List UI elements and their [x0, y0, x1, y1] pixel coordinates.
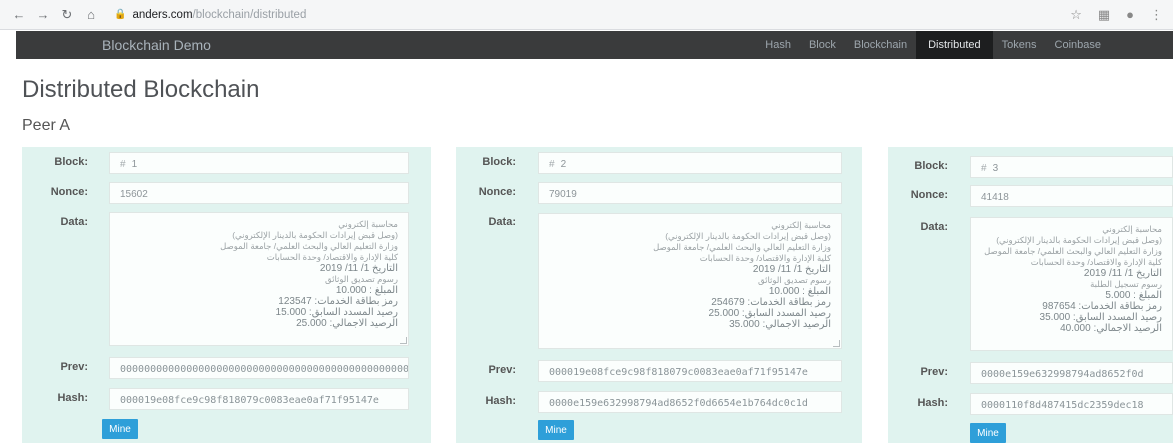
nonce-field[interactable]: 79019 — [538, 182, 842, 204]
page-title: Distributed Blockchain — [22, 76, 260, 103]
address-bar[interactable]: 🔒 anders.com /blockchain/distributed — [114, 4, 1070, 26]
hash-field: 000019e08fce9c98f818079c0083eae0af71f951… — [109, 388, 409, 410]
block-card-2: Block: #2 Nonce: 79019 Data: محاسبة إلكت… — [456, 147, 862, 443]
data-textarea[interactable]: محاسبة إلكتروني (وصل قبض إيرادات الحكومة… — [538, 213, 842, 349]
data-label: Data: — [488, 216, 516, 228]
prev-label: Prev: — [488, 364, 516, 376]
hash-sign: # — [549, 159, 555, 170]
nav-distributed[interactable]: Distributed — [916, 31, 993, 59]
bookmark-star-icon[interactable]: ☆ — [1070, 7, 1082, 23]
top-navbar: Blockchain Demo Hash Block Blockchain Di… — [16, 31, 1173, 59]
block-number-field[interactable]: #1 — [109, 152, 409, 174]
hash-sign: # — [981, 163, 987, 174]
nonce-field[interactable]: 41418 — [970, 185, 1173, 207]
extension-icon[interactable]: ▦ — [1098, 7, 1110, 23]
forward-arrow-icon[interactable]: → — [34, 7, 52, 22]
reload-icon[interactable]: ↻ — [58, 7, 76, 23]
hash-label: Hash: — [917, 397, 948, 409]
hash-label: Hash: — [485, 395, 516, 407]
block-label: Block: — [54, 156, 88, 168]
block-card-1: Block: #1 Nonce: 15602 Data: محاسبة إلكت… — [22, 147, 431, 443]
block-number: 2 — [560, 159, 567, 170]
mine-button[interactable]: Mine — [970, 423, 1006, 443]
nav-hash[interactable]: Hash — [756, 31, 800, 59]
data-label: Data: — [920, 221, 948, 233]
nav-coinbase[interactable]: Coinbase — [1046, 31, 1110, 59]
block-number-field[interactable]: #3 — [970, 156, 1173, 178]
block-label: Block: — [482, 156, 516, 168]
block-label: Block: — [914, 160, 948, 172]
menu-dots-icon[interactable]: ⋮ — [1150, 7, 1163, 23]
block-number: 1 — [131, 159, 138, 170]
block-card-3: Block: #3 Nonce: 41418 Data: محاسبة إلكت… — [888, 147, 1173, 443]
nav-tokens[interactable]: Tokens — [993, 31, 1046, 59]
data-textarea[interactable]: محاسبة إلكتروني (وصل قبض إيرادات الحكومة… — [970, 217, 1173, 351]
hash-field: 0000110f8d487415dc2359dec18 — [970, 393, 1173, 415]
url-path: /blockchain/distributed — [192, 8, 307, 21]
resize-handle[interactable] — [400, 337, 407, 344]
nonce-label: Nonce: — [50, 186, 88, 198]
block-number: 3 — [992, 163, 999, 174]
lock-icon: 🔒 — [114, 9, 127, 20]
prev-label: Prev: — [920, 366, 948, 378]
hash-label: Hash: — [57, 392, 88, 404]
mine-button[interactable]: Mine — [102, 419, 138, 439]
data-textarea[interactable]: محاسبة إلكتروني (وصل قبض إيرادات الحكومة… — [109, 212, 409, 346]
nonce-label: Nonce: — [910, 189, 948, 201]
hash-sign: # — [120, 159, 126, 170]
nav-block[interactable]: Block — [800, 31, 845, 59]
nonce-label: Nonce: — [478, 186, 516, 198]
url-host: anders.com — [132, 8, 193, 21]
nav-links: Hash Block Blockchain Distributed Tokens… — [756, 31, 1110, 59]
block-number-field[interactable]: #2 — [538, 152, 842, 174]
profile-icon[interactable]: ● — [1126, 7, 1134, 22]
prev-label: Prev: — [60, 361, 88, 373]
nav-blockchain[interactable]: Blockchain — [845, 31, 916, 59]
home-icon[interactable]: ⌂ — [82, 7, 100, 22]
prev-hash-field: 0000000000000000000000000000000000000000… — [109, 357, 409, 379]
data-label: Data: — [60, 216, 88, 228]
prev-hash-field: 000019e08fce9c98f818079c0083eae0af71f951… — [538, 360, 842, 382]
browser-toolbar: ← → ↻ ⌂ 🔒 anders.com /blockchain/distrib… — [0, 0, 1173, 30]
back-arrow-icon[interactable]: ← — [10, 7, 28, 22]
peer-title: Peer A — [22, 117, 71, 134]
hash-field: 0000e159e632998794ad8652f0d6654e1b764dc0… — [538, 391, 842, 413]
resize-handle[interactable] — [833, 340, 840, 347]
brand-link[interactable]: Blockchain Demo — [102, 37, 211, 53]
nonce-field[interactable]: 15602 — [109, 182, 409, 204]
prev-hash-field: 0000e159e632998794ad8652f0d — [970, 362, 1173, 384]
mine-button[interactable]: Mine — [538, 420, 574, 440]
